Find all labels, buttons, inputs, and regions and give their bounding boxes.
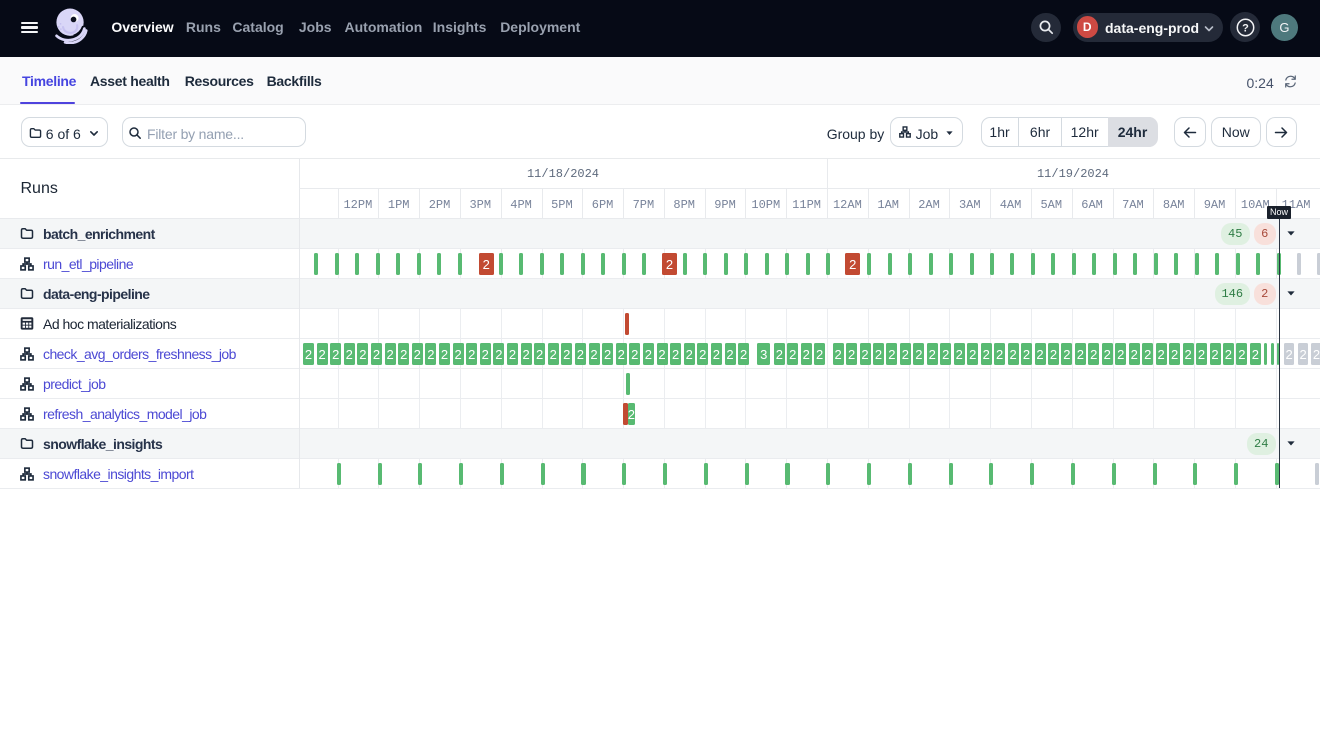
svg-text:?: ?	[1242, 22, 1249, 34]
